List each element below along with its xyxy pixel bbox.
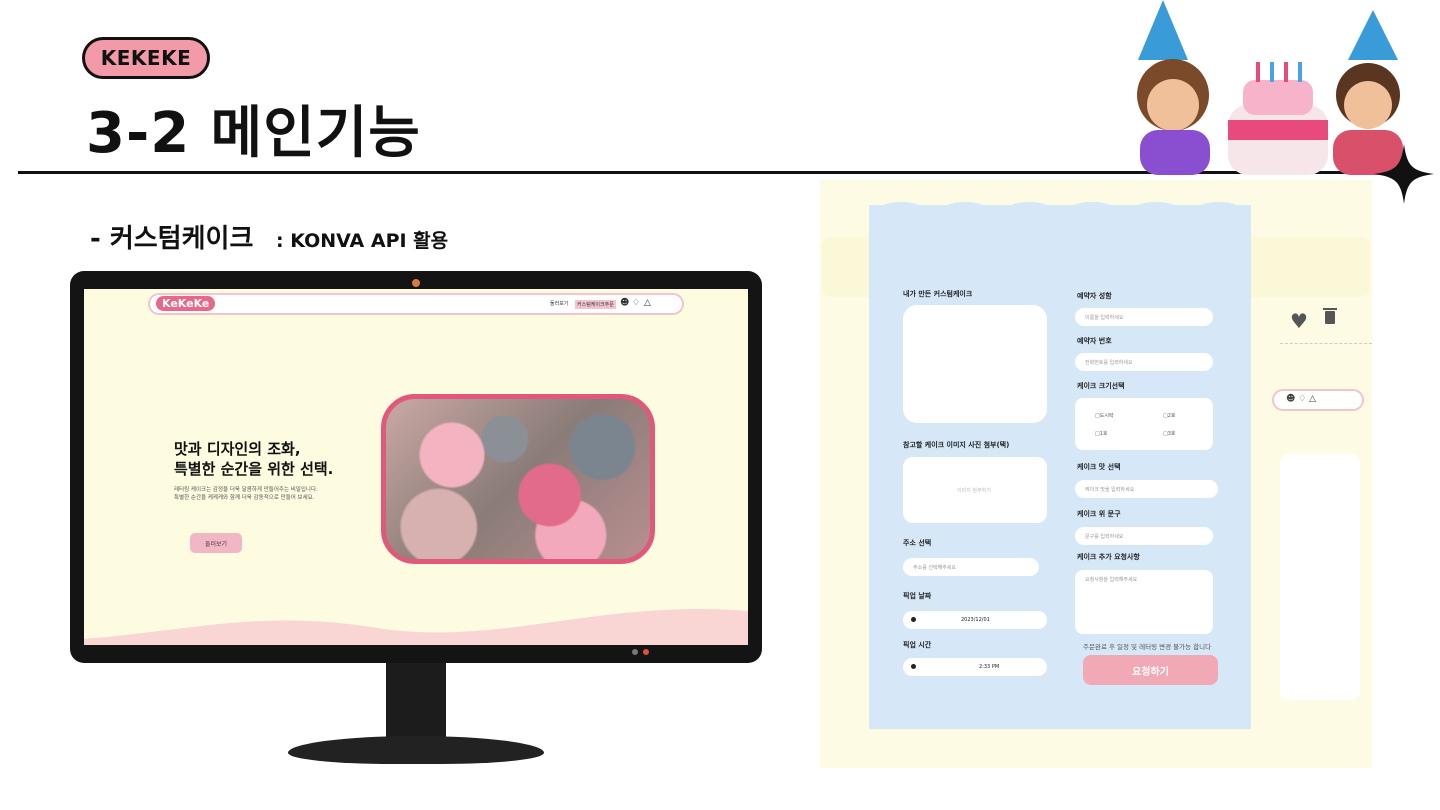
user-icon[interactable]: ☻ bbox=[620, 298, 629, 308]
website-screen: KeKeKe 둘러보기 커스텀케이크주문 ☻ ♢ △ 맛과 디자인의 조화, 특… bbox=[84, 289, 748, 645]
monitor-stand bbox=[386, 663, 446, 743]
size-option-1-label: 1호 bbox=[1099, 431, 1108, 437]
webcam-icon bbox=[412, 279, 420, 287]
background-navbar-icons: ☻ ♢ △ bbox=[1272, 389, 1364, 411]
submit-button[interactable]: 요청하기 bbox=[1083, 655, 1218, 685]
phone-label: 예약자 번호 bbox=[1077, 337, 1112, 345]
site-logo[interactable]: KeKeKe bbox=[156, 296, 216, 311]
hero-browse-button[interactable]: 둘러보기 bbox=[190, 533, 242, 553]
power-indicator bbox=[632, 649, 638, 655]
image-upload-area[interactable]: 이미지 첨부하기 bbox=[903, 457, 1047, 523]
size-options: □도시락 □2호 □1호 □3호 bbox=[1075, 398, 1213, 450]
divider bbox=[1280, 343, 1372, 344]
phone-input[interactable]: 전화번호를 입력하세요 bbox=[1075, 353, 1213, 371]
api-note: : KONVA API 활용 bbox=[276, 230, 449, 252]
order-notice: 주문완료 후 일정 및 레터링 변경 불가능 합니다 bbox=[1083, 643, 1212, 651]
size-option-2[interactable]: □2호 bbox=[1163, 412, 1176, 419]
lettering-input[interactable]: 문구를 입력하세요 bbox=[1075, 527, 1213, 545]
size-option-1[interactable]: □1호 bbox=[1095, 430, 1108, 437]
pickup-time-input[interactable]: 2:33 PM bbox=[903, 658, 1047, 676]
hero-description-line-1: 레터링 케이크는 감정을 더욱 달콤하게 만들어주는 비밀입니다. bbox=[174, 487, 318, 493]
nav-custom-order[interactable]: 커스텀케이크주문 bbox=[575, 300, 616, 309]
clock-icon bbox=[911, 664, 916, 669]
pickup-time-label: 픽업 시간 bbox=[903, 641, 932, 649]
lettering-label: 케이크 위 문구 bbox=[1077, 510, 1121, 518]
flavor-input[interactable]: 케이크 맛을 입력하세요 bbox=[1075, 480, 1218, 498]
site-navbar: KeKeKe 둘러보기 커스텀케이크주문 ☻ ♢ △ bbox=[148, 293, 684, 315]
hero-description-line-2: 특별한 순간을 케케케와 함께 더욱 감동적으로 만들어 보세요. bbox=[174, 495, 315, 502]
address-label: 주소 선택 bbox=[903, 539, 932, 547]
tag-icon[interactable]: ♢ bbox=[632, 298, 640, 308]
pickup-date-label: 픽업 날짜 bbox=[903, 592, 932, 600]
size-option-3-label: 3호 bbox=[1167, 431, 1176, 437]
brand-badge: KEKEKE bbox=[82, 37, 210, 79]
pickup-time-value: 2:33 PM bbox=[979, 664, 1000, 670]
my-cake-label: 내가 만든 커스텀케이크 bbox=[903, 290, 973, 298]
background-card-right bbox=[1280, 454, 1360, 700]
pickup-date-input[interactable]: 2023/12/01 bbox=[903, 611, 1047, 629]
sparkle-icon bbox=[1374, 144, 1434, 204]
pickup-date-value: 2023/12/01 bbox=[961, 617, 990, 623]
size-option-lunchbox[interactable]: □도시락 bbox=[1095, 412, 1114, 419]
name-label: 예약자 성함 bbox=[1077, 292, 1112, 300]
size-option-2-label: 2호 bbox=[1167, 413, 1176, 419]
section-subtitle: - 커스텀케이크 bbox=[90, 224, 254, 254]
calendar-icon bbox=[911, 617, 916, 622]
request-textarea[interactable]: 요청사항을 입력해주세요 bbox=[1075, 570, 1213, 634]
size-option-3[interactable]: □3호 bbox=[1163, 430, 1176, 437]
ref-image-label: 참고할 케이크 이미지 사진 첨부(택) bbox=[903, 441, 1010, 449]
cake-photo bbox=[381, 394, 655, 564]
decorative-wave bbox=[84, 608, 748, 645]
slide-title: 3-2 메인기능 bbox=[86, 101, 421, 166]
hero-title: 맛과 디자인의 조화, 특별한 순간을 위한 선택. bbox=[174, 440, 414, 479]
monitor-base bbox=[288, 736, 544, 764]
flavor-label: 케이크 맛 선택 bbox=[1077, 463, 1121, 471]
request-label: 케이크 추가 요청사항 bbox=[1077, 553, 1140, 561]
bell-icon[interactable]: △ bbox=[644, 298, 651, 308]
hero-title-line-1: 맛과 디자인의 조화, bbox=[174, 440, 301, 458]
nav-browse[interactable]: 둘러보기 bbox=[550, 300, 568, 307]
cake-canvas[interactable] bbox=[903, 305, 1047, 423]
hero-description: 레터링 케이크는 감정을 더욱 달콤하게 만들어주는 비밀입니다. 특별한 순간… bbox=[174, 486, 404, 503]
heart-icon[interactable]: ♥ bbox=[1290, 309, 1308, 333]
name-input[interactable]: 이름을 입력하세요 bbox=[1075, 308, 1213, 326]
address-select[interactable]: 주소를 선택해주세요 bbox=[903, 558, 1039, 576]
scalloped-edge bbox=[869, 202, 1251, 228]
status-indicator bbox=[643, 649, 649, 655]
size-option-lunchbox-label: 도시락 bbox=[1099, 413, 1114, 419]
monitor-frame: KeKeKe 둘러보기 커스텀케이크주문 ☻ ♢ △ 맛과 디자인의 조화, 특… bbox=[70, 271, 762, 663]
image-upload-placeholder: 이미지 첨부하기 bbox=[957, 488, 991, 494]
trash-icon[interactable] bbox=[1323, 306, 1337, 324]
hero-title-line-2: 특별한 순간을 위한 선택. bbox=[174, 459, 334, 478]
size-label: 케이크 크기선택 bbox=[1077, 382, 1125, 390]
